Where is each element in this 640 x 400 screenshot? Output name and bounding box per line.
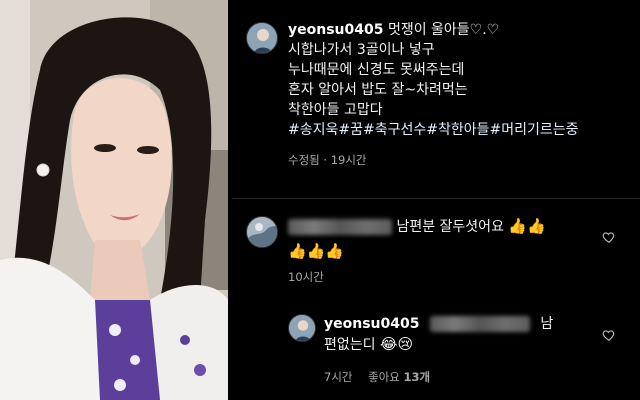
selfie-image xyxy=(0,0,228,400)
comment-1-line-1: 남편분 잘두셧어요 👍👍 xyxy=(288,216,598,237)
caption-meta: 수정됨 · 19시간 xyxy=(288,152,633,168)
blurred-username xyxy=(288,219,392,235)
comment-1-time[interactable]: 10시간 xyxy=(288,270,324,284)
reply-author-avatar[interactable] xyxy=(288,314,316,342)
avatar-image xyxy=(247,217,277,247)
caption-line-1: yeonsu0405 멋쟁이 울아들♡.♡ xyxy=(288,20,633,40)
caption-line-2: 시합나가서 3골이나 넣구 xyxy=(288,42,435,58)
reply-likes-count[interactable]: 13개 xyxy=(404,370,431,384)
avatar-image xyxy=(247,23,277,53)
comment-1-emojis-1: 👍👍 xyxy=(508,217,546,235)
reply-emojis: 😂😢 xyxy=(379,335,414,353)
reply-comment: yeonsu0405 남 편없는디 😂😢 7시간 좋아요 13개 xyxy=(324,314,594,385)
reply-line-2: 편없는디 😂😢 xyxy=(324,334,594,355)
reply-text-suffix: 남 xyxy=(540,316,554,332)
heart-icon[interactable] xyxy=(602,230,616,244)
heart-icon[interactable] xyxy=(602,328,616,342)
divider xyxy=(232,198,640,199)
comment-1-meta: 10시간 xyxy=(288,269,598,285)
blurred-mention xyxy=(429,316,530,332)
profile-photo xyxy=(0,0,228,400)
caption-text-1: 멋쟁이 울아들♡.♡ xyxy=(387,22,500,38)
reply-meta: 7시간 좋아요 13개 xyxy=(324,369,594,385)
comment-1-emojis-2: 👍👍👍 xyxy=(288,242,345,260)
caption-line-3: 누나때문에 신경도 못써주는데 xyxy=(288,62,465,78)
reply-line-1: yeonsu0405 남 xyxy=(324,314,594,334)
reply-likes-label[interactable]: 좋아요 xyxy=(368,370,400,384)
comment-1: 남편분 잘두셧어요 👍👍 👍👍👍 10시간 xyxy=(288,216,598,285)
post-caption: yeonsu0405 멋쟁이 울아들♡.♡ 시합나가서 3골이나 넣구 누나때문… xyxy=(288,20,633,168)
reply-text-2: 편없는디 xyxy=(324,337,376,353)
meta-separator: · xyxy=(323,153,331,167)
caption-line-5: 착한아들 고맙다 xyxy=(288,102,383,118)
caption-line-4: 혼자 알아서 밥도 잘~차려먹는 xyxy=(288,82,468,98)
reply-time[interactable]: 7시간 xyxy=(324,370,352,384)
edited-label: 수정됨 xyxy=(288,153,320,167)
avatar-image xyxy=(289,315,315,341)
comment-1-text: 남편분 잘두셧어요 xyxy=(396,219,504,235)
comments-panel: yeonsu0405 멋쟁이 울아들♡.♡ 시합나가서 3골이나 넣구 누나때문… xyxy=(232,0,640,400)
post-username[interactable]: yeonsu0405 xyxy=(288,22,383,38)
commenter-avatar[interactable] xyxy=(246,216,278,248)
caption-time[interactable]: 19시간 xyxy=(331,153,367,167)
caption-hashtags[interactable]: #송지욱#꿈#축구선수#착한아들#머리기르는중 xyxy=(288,120,633,140)
post-author-avatar[interactable] xyxy=(246,22,278,54)
reply-username[interactable]: yeonsu0405 xyxy=(324,316,419,332)
